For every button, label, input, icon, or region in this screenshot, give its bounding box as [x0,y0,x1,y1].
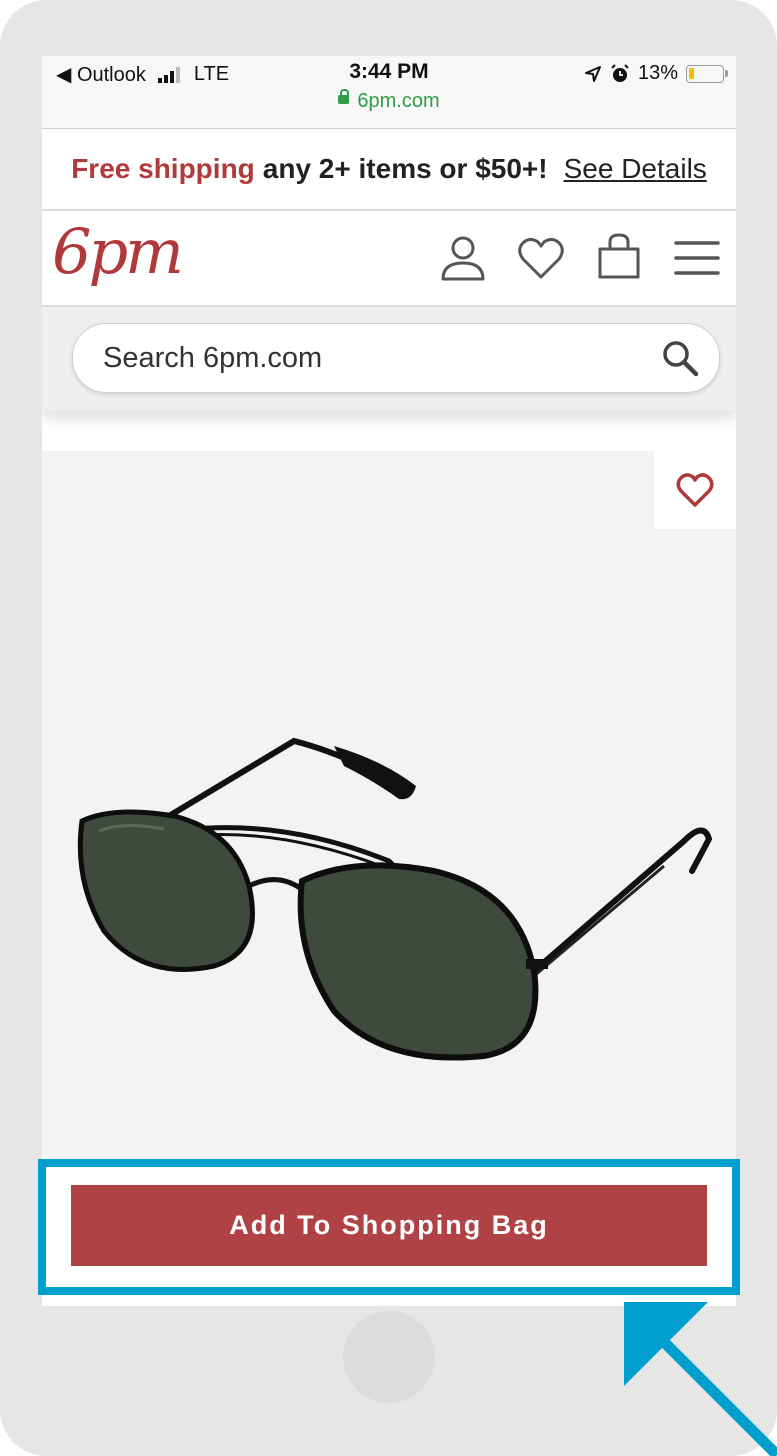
address-bar[interactable]: 6pm.com [42,89,736,113]
battery-icon [686,64,728,83]
site-logo[interactable]: 6pm [52,215,184,288]
menu-icon[interactable] [670,231,724,285]
heart-icon[interactable] [514,231,568,285]
pointer-arrow-icon [624,1302,777,1456]
sunglasses-image[interactable] [64,721,714,1081]
shopping-bag-icon[interactable] [592,231,646,285]
battery-percent: 13% [637,62,678,84]
account-icon[interactable] [436,231,490,285]
heart-icon [676,473,714,507]
home-button[interactable] [343,1311,435,1403]
search-area [42,307,736,411]
site-header: 6pm [42,211,736,307]
location-icon [584,65,601,82]
favorite-button[interactable] [654,451,736,529]
browser-screen: ◀ Outlook LTE 3:44 PM 6pm.com 13% Free s… [42,56,736,1306]
see-details-link[interactable]: See Details [564,153,707,185]
promo-banner: Free shipping any 2+ items or $50+! See … [42,129,736,211]
search-icon[interactable] [661,339,699,377]
highlight-frame [38,1159,740,1295]
search-input[interactable] [101,334,645,382]
product-image-area [42,451,736,1171]
promo-highlight: Free shipping [71,153,255,184]
search-box [72,323,720,393]
url-text: 6pm.com [357,90,440,112]
lock-icon [338,89,350,105]
status-right: 13% [584,62,728,85]
status-bar: ◀ Outlook LTE 3:44 PM 6pm.com 13% [42,56,736,129]
alarm-icon [611,63,629,82]
promo-text: any 2+ items or $50+! [262,153,548,184]
